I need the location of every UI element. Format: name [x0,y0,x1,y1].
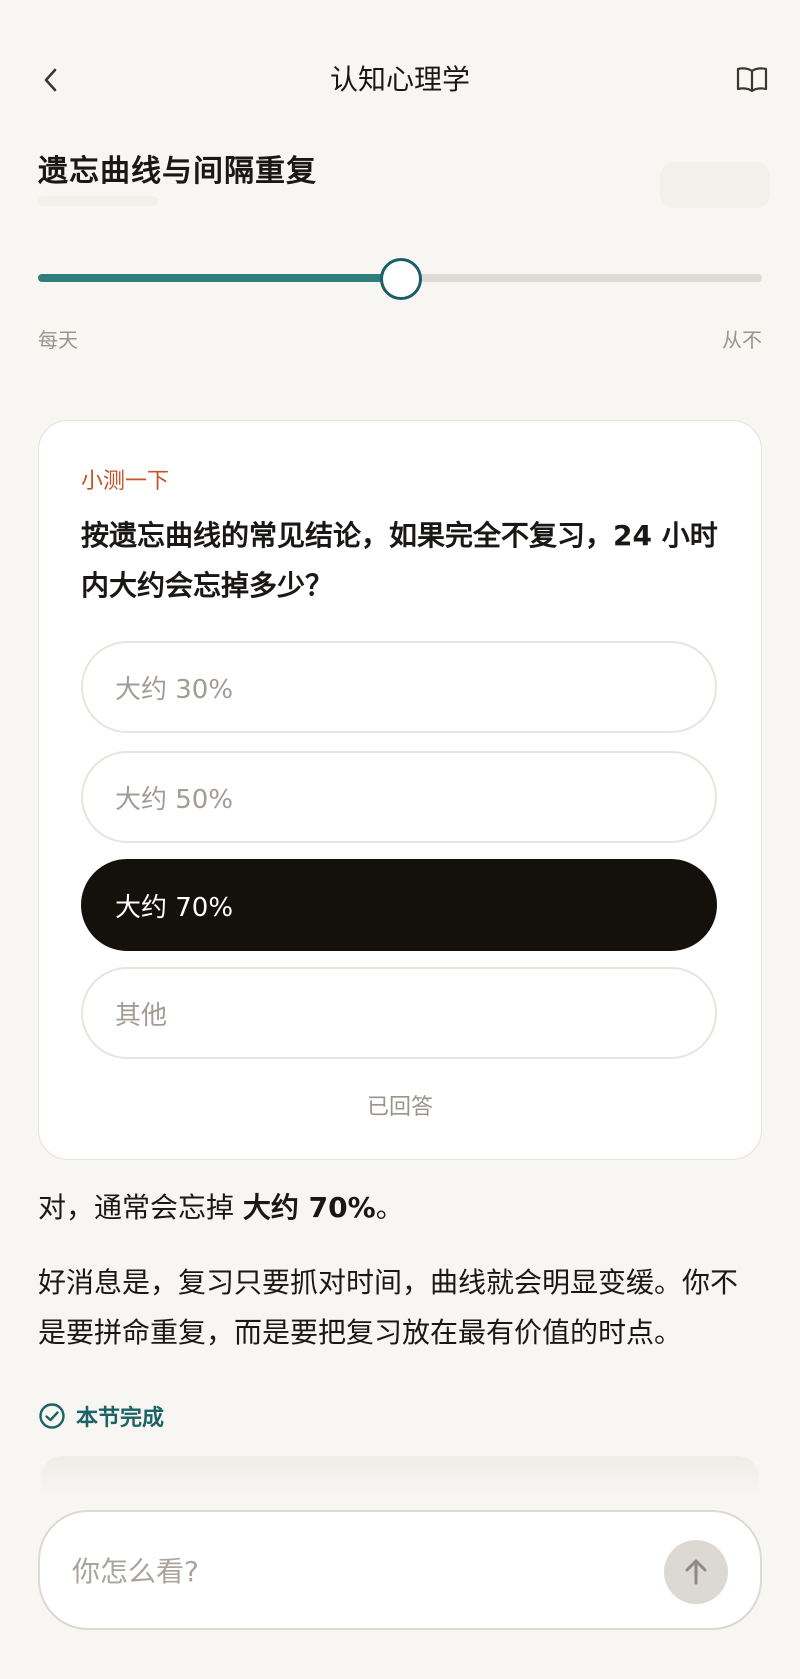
quiz-kicker: 小测一下 [81,469,170,494]
quiz-option[interactable]: 大约 50% [81,751,717,843]
slider-min-label: 每天 [38,328,78,352]
answered-note: 已回答 [366,1095,433,1120]
faded-placeholder-bar [38,196,158,206]
quiz-question: 按遗忘曲线的常见结论，如果完全不复习，24 小时内大约会忘掉多少？ [81,519,718,602]
response-suffix: 。 [375,1191,404,1224]
response-prefix: 对，通常会忘掉 [38,1191,243,1224]
open-book-icon [736,67,768,93]
quiz-option-selected[interactable]: 大约 70% [81,859,717,951]
frequency-slider[interactable] [38,256,762,300]
composer [38,1510,762,1630]
section-complete-label: 本节完成 [76,1406,165,1431]
slider-max-label: 从不 [722,328,762,352]
book-button[interactable] [732,60,772,100]
top-bar: 认知心理学 [0,0,800,160]
send-button[interactable] [664,1540,728,1604]
response-highlight: 大约 70% [242,1191,376,1224]
chevron-left-icon [44,68,57,92]
back-button[interactable] [34,58,68,102]
arrow-up-icon [685,1559,707,1585]
quiz-option[interactable]: 大约 30% [81,641,717,733]
response-summary: 对，通常会忘掉 大约 70%。 [38,1186,404,1230]
quiz-card: 小测一下 按遗忘曲线的常见结论，如果完全不复习，24 小时内大约会忘掉多少？ 大… [38,420,762,1160]
response-paragraph: 好消息是，复习只要抓对时间，曲线就会明显变缓。你不是要拼命重复，而是要把复习放在… [38,1266,739,1349]
section-complete-status: 本节完成 [38,1396,164,1436]
faded-placeholder-pill [660,162,770,208]
lesson-title: 遗忘曲线与间隔重复 [38,154,317,189]
slider-thumb[interactable] [380,258,422,300]
quiz-option[interactable]: 其他 [81,967,717,1059]
page-title: 认知心理学 [329,63,470,96]
slider-fill [38,274,400,282]
scroll-fade [42,1456,758,1496]
check-circle-icon [39,1403,65,1429]
message-input[interactable] [70,1542,634,1600]
